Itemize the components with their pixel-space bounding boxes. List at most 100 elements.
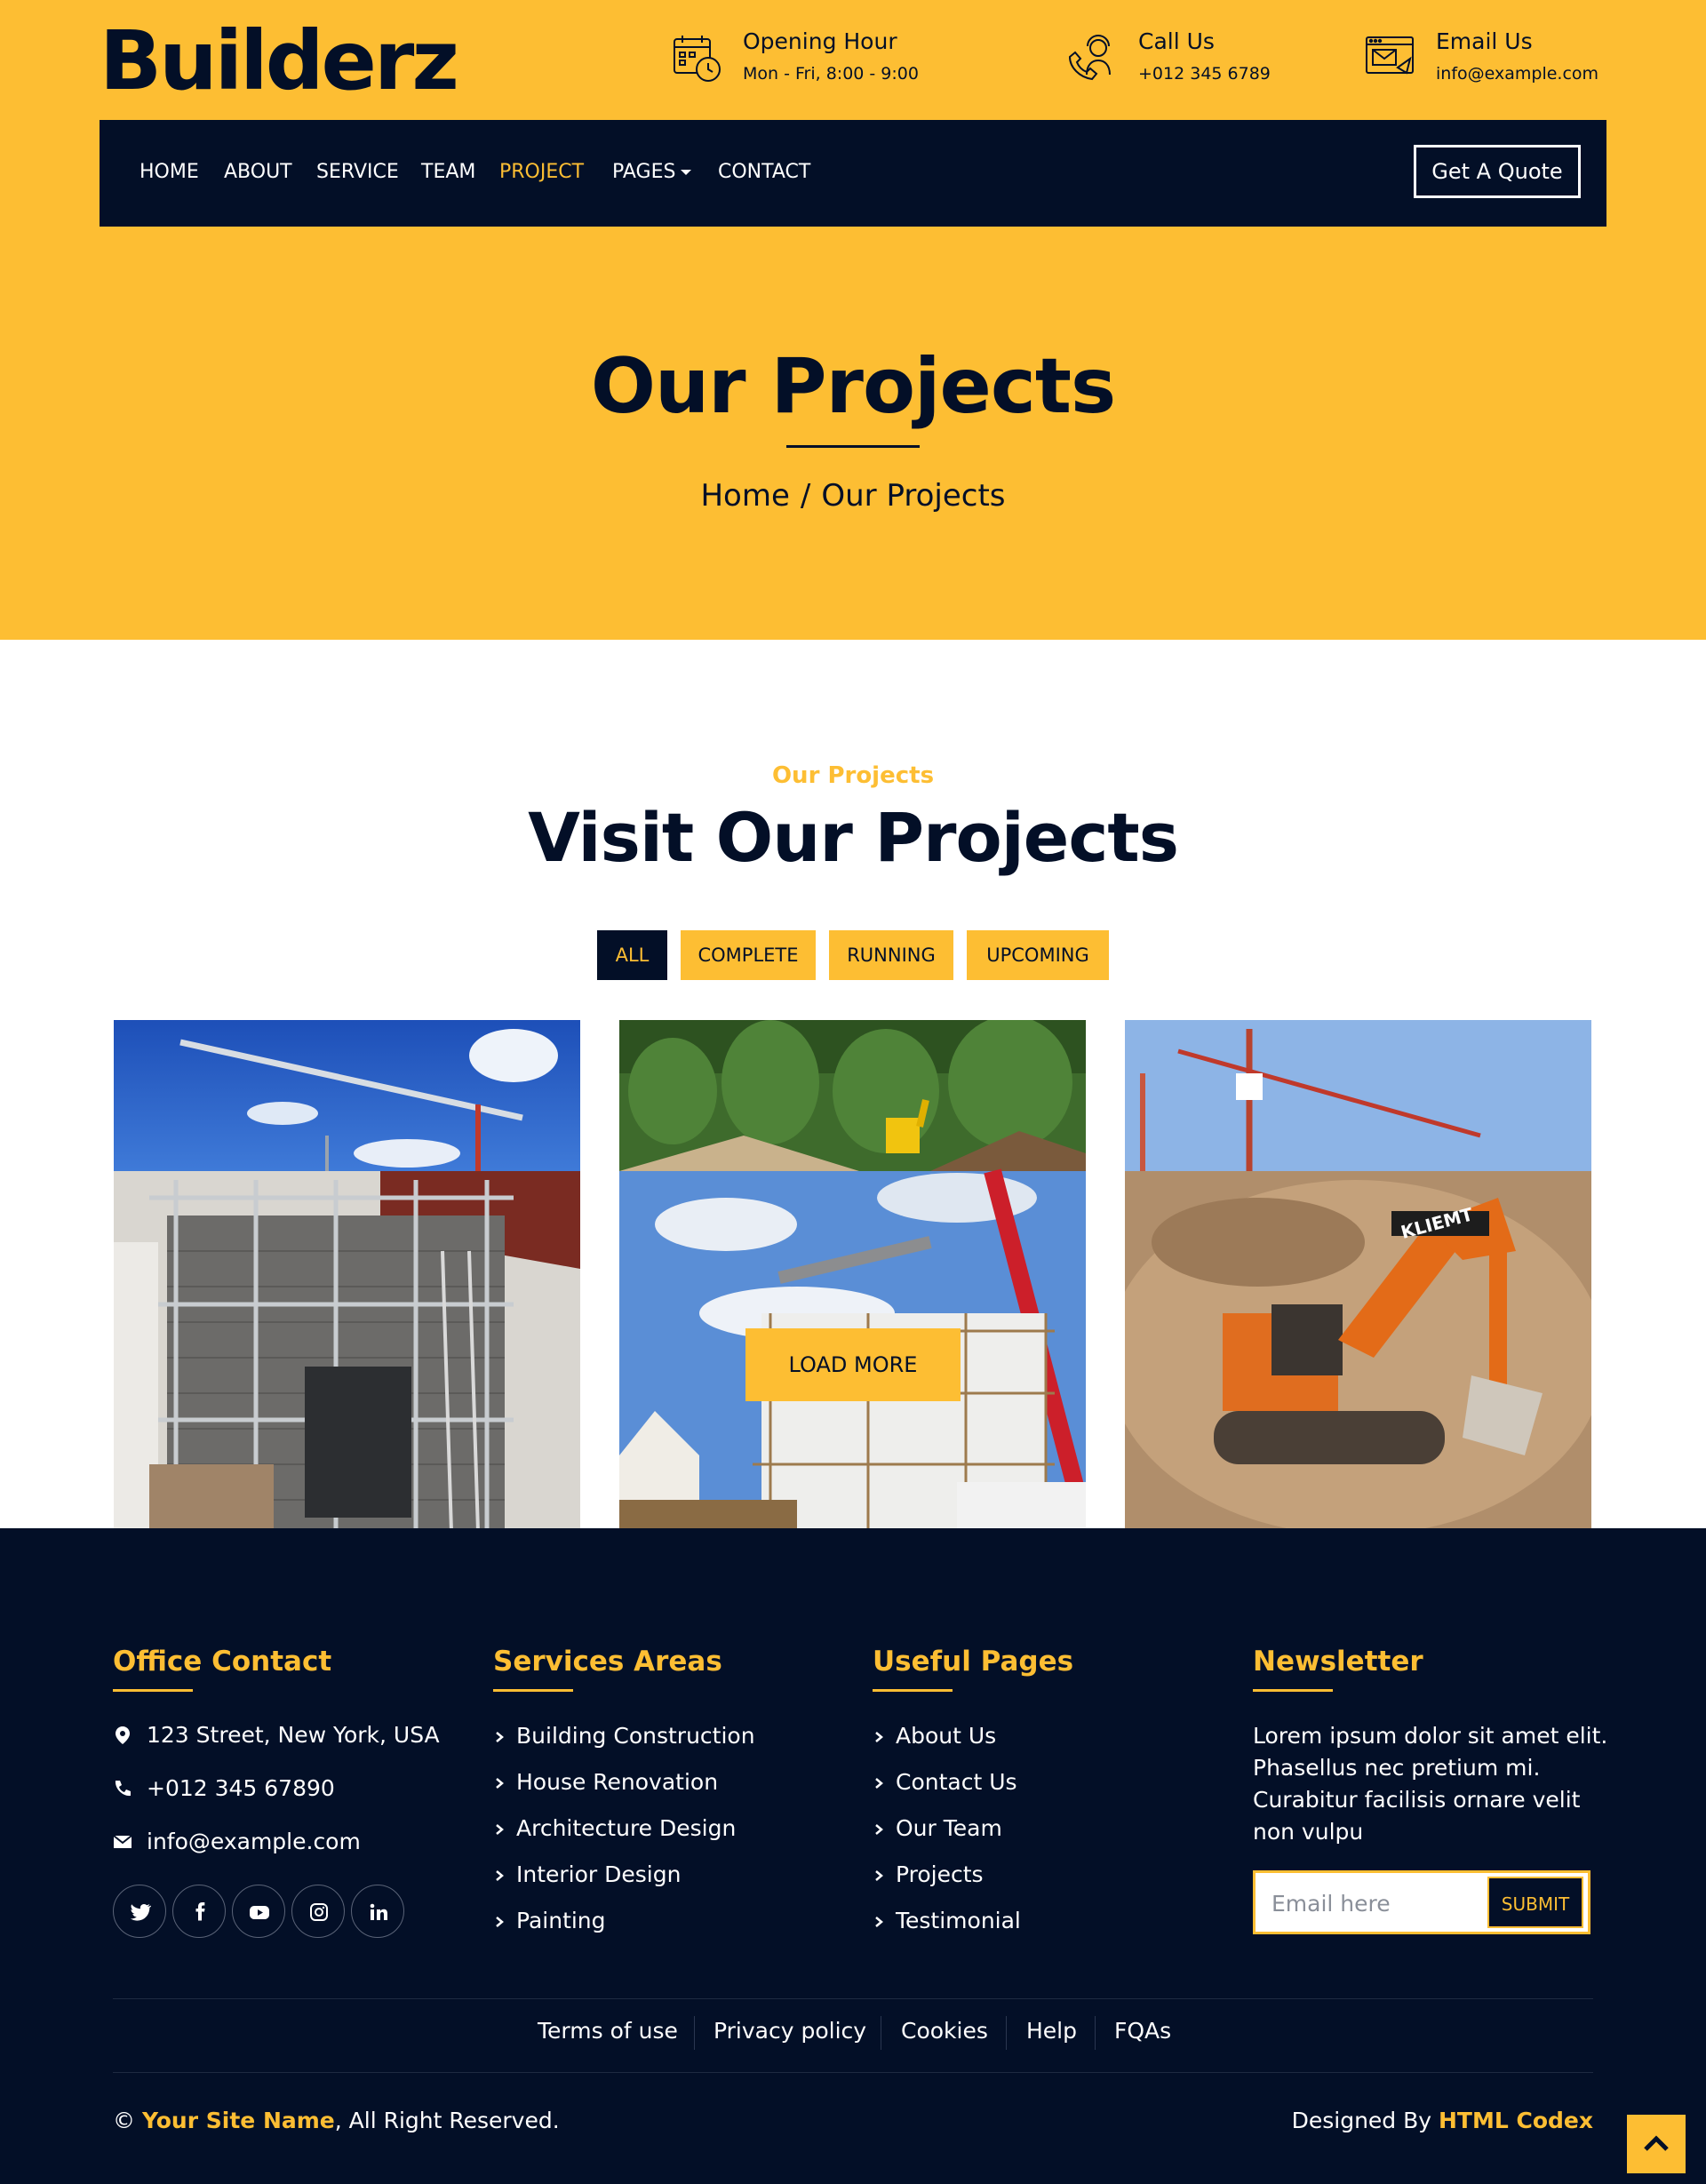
breadcrumb: Home / Our Projects bbox=[0, 478, 1706, 514]
chevron-right-icon bbox=[875, 1870, 883, 1881]
service-label: Painting bbox=[516, 1908, 606, 1933]
linkedin-button[interactable] bbox=[351, 1885, 404, 1938]
service-label: Interior Design bbox=[516, 1861, 682, 1887]
footer-newsletter-heading: Newsletter bbox=[1253, 1646, 1423, 1678]
copyright: © Your Site Name, All Right Reserved. bbox=[113, 2108, 560, 2133]
footer-link-privacy[interactable]: Privacy policy bbox=[713, 2018, 866, 2044]
chevron-right-icon bbox=[496, 1778, 504, 1789]
youtube-button[interactable] bbox=[232, 1885, 285, 1938]
filter-upcoming[interactable]: UPCOMING bbox=[967, 930, 1109, 980]
twitter-button[interactable] bbox=[113, 1885, 166, 1938]
breadcrumb-separator: / bbox=[800, 478, 811, 514]
youtube-icon bbox=[250, 1906, 269, 1919]
nav-about[interactable]: ABOUT bbox=[224, 161, 292, 183]
filter-all[interactable]: ALL bbox=[597, 930, 667, 980]
facebook-button[interactable] bbox=[172, 1885, 226, 1938]
heading-underline bbox=[1253, 1689, 1333, 1692]
service-label: House Renovation bbox=[516, 1769, 719, 1795]
designed-by: Designed By HTML Codex bbox=[1292, 2108, 1593, 2133]
section-title: Visit Our Projects bbox=[528, 798, 1179, 877]
envelope-icon bbox=[113, 1835, 132, 1848]
breadcrumb-home[interactable]: Home bbox=[700, 478, 789, 514]
footer-email[interactable]: info@example.com bbox=[147, 1829, 361, 1854]
opening-hour-text: Mon - Fri, 8:00 - 9:00 bbox=[743, 64, 919, 84]
heading-underline bbox=[873, 1689, 953, 1692]
copyright-prefix: © bbox=[113, 2108, 142, 2133]
email-window-icon bbox=[1366, 36, 1414, 75]
newsletter-email-input[interactable] bbox=[1272, 1887, 1467, 1919]
link-separator bbox=[694, 2016, 695, 2050]
instagram-button[interactable] bbox=[291, 1885, 345, 1938]
email-us-address[interactable]: info@example.com bbox=[1436, 64, 1598, 84]
nav-contact[interactable]: CONTACT bbox=[718, 161, 810, 183]
breadcrumb-current: Our Projects bbox=[821, 478, 1006, 514]
chevron-up-icon bbox=[1644, 2135, 1669, 2151]
chevron-down-icon bbox=[681, 169, 692, 175]
service-label: Architecture Design bbox=[516, 1815, 737, 1841]
heading-underline bbox=[113, 1689, 193, 1692]
section-subtitle: Our Projects bbox=[771, 762, 935, 789]
call-us-title: Call Us bbox=[1138, 28, 1215, 54]
map-marker-icon bbox=[116, 1726, 130, 1744]
load-more-button[interactable]: LOAD MORE bbox=[745, 1328, 961, 1401]
chevron-right-icon bbox=[496, 1917, 504, 1927]
page-label: Testimonial bbox=[896, 1908, 1021, 1933]
footer-pages-heading: Useful Pages bbox=[873, 1646, 1074, 1678]
brand-logo[interactable]: Builderz bbox=[100, 12, 459, 110]
project-card[interactable] bbox=[619, 1020, 1086, 1532]
filter-complete[interactable]: COMPLETE bbox=[681, 930, 816, 980]
designer-link[interactable]: HTML Codex bbox=[1439, 2108, 1593, 2133]
chevron-right-icon bbox=[875, 1917, 883, 1927]
footer-services-heading: Services Areas bbox=[493, 1646, 722, 1678]
site-name-link[interactable]: Your Site Name bbox=[142, 2108, 335, 2133]
link-separator bbox=[1095, 2016, 1096, 2050]
page-header: Builderz Opening Hour Mon - Fri, 8:00 - … bbox=[0, 0, 1706, 640]
phone-icon bbox=[115, 1781, 131, 1797]
chevron-right-icon bbox=[496, 1824, 504, 1835]
newsletter-form: SUBMIT bbox=[1253, 1870, 1590, 1934]
service-label: Building Construction bbox=[516, 1723, 755, 1749]
project-card[interactable]: KLIEMT bbox=[1125, 1020, 1591, 1532]
nav-pages-dropdown[interactable]: PAGES bbox=[612, 161, 692, 183]
page-label: Our Team bbox=[896, 1815, 1002, 1841]
nav-project[interactable]: PROJECT bbox=[499, 161, 584, 183]
get-quote-button[interactable]: Get A Quote bbox=[1414, 145, 1581, 198]
newsletter-text: Lorem ipsum dolor sit amet elit. Phasell… bbox=[1253, 1723, 1608, 1845]
chevron-right-icon bbox=[496, 1732, 504, 1742]
nav-home[interactable]: HOME bbox=[140, 161, 199, 183]
page-label: About Us bbox=[896, 1723, 997, 1749]
page-label: Contact Us bbox=[896, 1769, 1017, 1795]
calendar-clock-icon bbox=[674, 36, 721, 82]
page-title: Our Projects bbox=[590, 342, 1116, 431]
nav-service[interactable]: SERVICE bbox=[316, 161, 399, 183]
footer-link-cookies[interactable]: Cookies bbox=[901, 2018, 988, 2044]
chevron-right-icon bbox=[496, 1870, 504, 1881]
email-us-title: Email Us bbox=[1436, 28, 1533, 54]
call-us-phone[interactable]: +012 345 6789 bbox=[1138, 64, 1271, 84]
twitter-icon bbox=[130, 1903, 151, 1921]
footer-phone[interactable]: +012 345 67890 bbox=[147, 1775, 335, 1801]
page-label: Projects bbox=[896, 1861, 984, 1887]
copyright-suffix: , All Right Reserved. bbox=[334, 2108, 560, 2133]
back-to-top-button[interactable] bbox=[1627, 2115, 1686, 2173]
footer-office-heading: Office Contact bbox=[113, 1646, 332, 1678]
opening-hour-title: Opening Hour bbox=[743, 28, 897, 54]
footer-link-terms[interactable]: Terms of use bbox=[538, 2018, 678, 2044]
nav-team[interactable]: TEAM bbox=[421, 161, 475, 183]
project-card[interactable] bbox=[114, 1020, 580, 1532]
nav-pages[interactable]: PAGES bbox=[612, 161, 675, 183]
designed-by-prefix: Designed By bbox=[1291, 2108, 1439, 2133]
instagram-icon bbox=[310, 1903, 328, 1921]
filter-running[interactable]: RUNNING bbox=[829, 930, 953, 980]
footer-link-faqs[interactable]: FQAs bbox=[1114, 2018, 1171, 2044]
footer-divider bbox=[113, 1998, 1593, 1999]
footer-address: 123 Street, New York, USA bbox=[147, 1722, 440, 1748]
link-separator bbox=[1006, 2016, 1007, 2050]
newsletter-submit-button[interactable]: SUBMIT bbox=[1487, 1877, 1583, 1928]
footer-divider bbox=[113, 2072, 1593, 2073]
title-underline bbox=[786, 445, 920, 448]
project-image-crane-scaffold bbox=[114, 1020, 580, 1532]
project-image-excavator: KLIEMT bbox=[1125, 1020, 1591, 1532]
footer-link-help[interactable]: Help bbox=[1026, 2018, 1077, 2044]
chevron-right-icon bbox=[875, 1778, 883, 1789]
